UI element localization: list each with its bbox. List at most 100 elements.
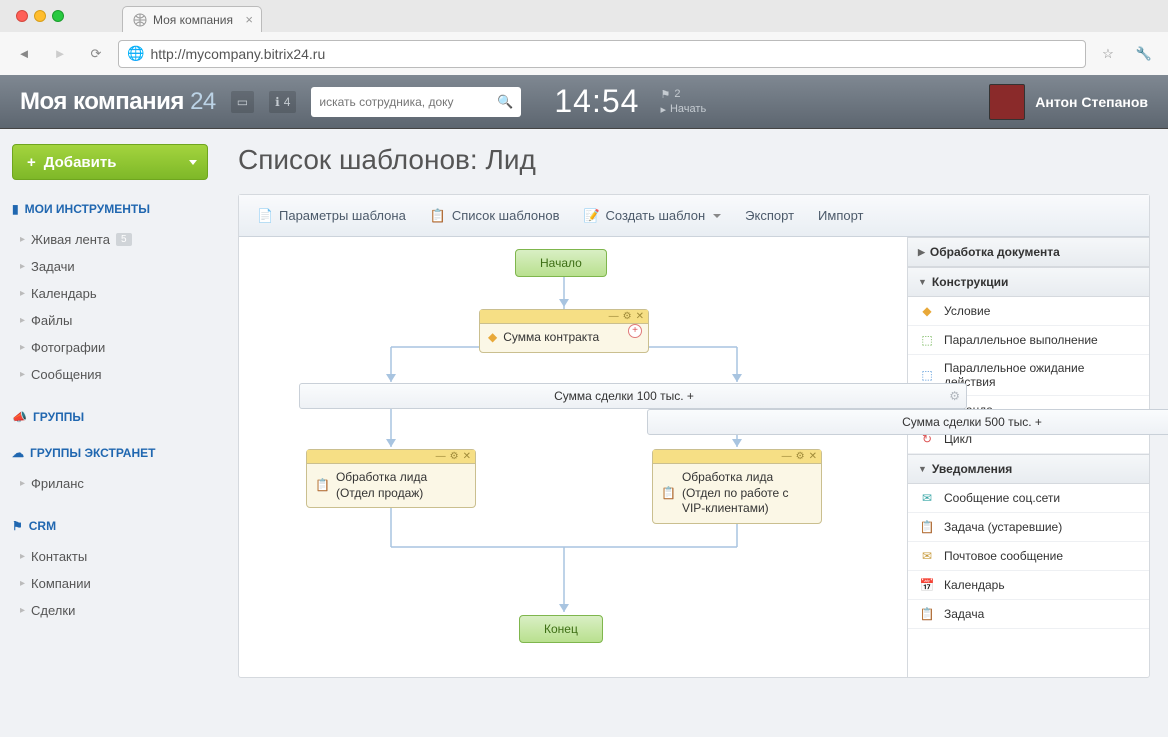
close-window-icon[interactable]	[16, 10, 28, 22]
toolbar-item[interactable]: Импорт	[818, 208, 863, 223]
toolbar-item[interactable]: 📋Список шаблонов	[430, 208, 560, 224]
gear-icon[interactable]: ⚙	[623, 311, 632, 322]
toolbar-item[interactable]: 📄Параметры шаблона	[257, 208, 406, 224]
sidebar-section-title[interactable]: ▮МОИ ИНСТРУМЕНТЫ	[12, 202, 208, 216]
palette-item-icon: 📅	[918, 577, 936, 593]
add-label: Добавить	[44, 154, 117, 171]
chevron-right-icon: ▸	[20, 261, 25, 272]
maximize-window-icon[interactable]	[52, 10, 64, 22]
chevron-right-icon: ▸	[20, 551, 25, 562]
flow-canvas[interactable]: Начало —⚙✕ ◆Сумма контракта + Сумма сдел…	[239, 237, 907, 677]
palette-item[interactable]: ◆Условие	[908, 297, 1149, 326]
sidebar-section-title[interactable]: 📣ГРУППЫ	[12, 410, 208, 424]
sidebar-section-title[interactable]: ⚑CRM	[12, 519, 208, 533]
forward-button[interactable]: ►	[46, 40, 74, 68]
flow-end-node[interactable]: Конец	[519, 615, 603, 643]
sidebar-item[interactable]: ▸Компании	[12, 570, 208, 597]
close-icon[interactable]: ✕	[636, 311, 644, 322]
globe-icon: 🌐	[127, 45, 144, 62]
chevron-right-icon: ▸	[20, 315, 25, 326]
app-header: Моя компания 24 ▭ ℹ 4 🔍 14:54 ⚑2 ▸Начать…	[0, 75, 1168, 129]
content-panel: 📄Параметры шаблона 📋Список шаблонов 📝Созда…	[238, 194, 1150, 678]
palette-item-icon: ✉	[918, 548, 936, 564]
minimize-icon[interactable]: —	[609, 311, 619, 322]
logo[interactable]: Моя компания 24	[20, 88, 216, 116]
search-icon[interactable]: 🔍	[497, 94, 513, 110]
flow-process-left[interactable]: —⚙✕ 📋Обработка лида (Отдел продаж)	[306, 449, 476, 508]
bookmark-icon[interactable]: ☆	[1094, 40, 1122, 68]
search-box[interactable]: 🔍	[311, 87, 521, 117]
user-name: Антон Степанов	[1035, 94, 1148, 110]
back-button[interactable]: ◄	[10, 40, 38, 68]
sidebar-item[interactable]: ▸Сделки	[12, 597, 208, 624]
palette-item-icon: 📋	[918, 606, 936, 622]
palette: ▶Обработка документа▼Конструкции◆Условие…	[907, 237, 1149, 677]
search-input[interactable]	[319, 95, 497, 109]
settings-icon[interactable]: 🔧	[1130, 40, 1158, 68]
sidebar-item[interactable]: ▸Календарь	[12, 280, 208, 307]
minimize-icon[interactable]: —	[436, 451, 446, 462]
info-icon: ℹ	[275, 95, 280, 109]
chevron-down-icon: ▼	[918, 464, 927, 474]
clock-start-line[interactable]: ▸Начать	[660, 103, 706, 116]
sidebar-item[interactable]: ▸Контакты	[12, 543, 208, 570]
flow-process-right[interactable]: —⚙✕ 📋Обработка лида (Отдел по работе с V…	[652, 449, 822, 524]
window-controls[interactable]	[8, 2, 72, 30]
sidebar-item[interactable]: ▸Фотографии	[12, 334, 208, 361]
add-branch-icon[interactable]: +	[628, 324, 642, 338]
palette-item[interactable]: 📋Задача (устаревшие)	[908, 513, 1149, 542]
palette-item-icon: ◆	[918, 303, 936, 319]
play-icon: ▸	[660, 103, 666, 116]
sidebar-item[interactable]: ▸Сообщения	[12, 361, 208, 388]
browser-chrome: Моя компания × ◄ ► ⟳ 🌐 http://mycompany.…	[0, 0, 1168, 75]
params-icon: 📄	[257, 208, 273, 224]
sidebar-section-title[interactable]: ☁ГРУППЫ ЭКСТРАНЕТ	[12, 446, 208, 460]
messages-icon[interactable]: ▭	[231, 91, 254, 113]
chevron-down-icon	[713, 214, 721, 218]
sidebar-item[interactable]: ▸Задачи	[12, 253, 208, 280]
gear-icon[interactable]: ⚙	[796, 451, 805, 462]
minimize-icon[interactable]: —	[782, 451, 792, 462]
sidebar-item[interactable]: ▸Фриланс	[12, 470, 208, 497]
palette-group-title[interactable]: ▼Уведомления	[908, 454, 1149, 484]
close-icon[interactable]: ✕	[463, 451, 471, 462]
gear-icon[interactable]: ⚙	[450, 451, 459, 462]
gear-icon[interactable]: ⚙	[949, 389, 960, 403]
flow-branch-left[interactable]: Сумма сделки 100 тыс. +⚙	[299, 383, 967, 409]
palette-item[interactable]: 📋Задача	[908, 600, 1149, 629]
user-block[interactable]: Антон Степанов	[989, 84, 1148, 120]
close-tab-icon[interactable]: ×	[245, 12, 253, 27]
flow-branch-right[interactable]: Сумма сделки 500 тыс. +⚙	[647, 409, 1168, 435]
address-bar[interactable]: 🌐 http://mycompany.bitrix24.ru	[118, 40, 1086, 68]
clipboard-icon: 📋	[315, 478, 330, 494]
chevron-down-icon: ▼	[918, 277, 927, 287]
url-text: http://mycompany.bitrix24.ru	[150, 46, 325, 62]
flag-icon: ⚑	[12, 519, 23, 533]
avatar[interactable]	[989, 84, 1025, 120]
add-button[interactable]: + Добавить	[12, 144, 208, 180]
plus-icon: +	[27, 154, 36, 171]
flow-start-node[interactable]: Начало	[515, 249, 607, 277]
toolbar-item[interactable]: 📝Создать шаблон	[583, 208, 721, 224]
toolbar: 📄Параметры шаблона 📋Список шаблонов 📝Созда…	[239, 195, 1149, 237]
info-counter[interactable]: ℹ 4	[269, 91, 296, 113]
main: Список шаблонов: Лид 📄Параметры шаблона📋…	[220, 129, 1168, 737]
palette-item[interactable]: ✉Почтовое сообщение	[908, 542, 1149, 571]
minimize-window-icon[interactable]	[34, 10, 46, 22]
toolbar-item[interactable]: Экспорт	[745, 208, 794, 223]
sidebar-item[interactable]: ▸Живая лента5	[12, 226, 208, 253]
flow-condition-node[interactable]: —⚙✕ ◆Сумма контракта +	[479, 309, 649, 353]
chevron-right-icon: ▸	[20, 288, 25, 299]
palette-item[interactable]: ✉Сообщение соц.сети	[908, 484, 1149, 513]
chevron-right-icon: ▸	[20, 605, 25, 616]
close-icon[interactable]: ✕	[809, 451, 817, 462]
reload-button[interactable]: ⟳	[82, 40, 110, 68]
palette-group-title[interactable]: ▶Обработка документа	[908, 237, 1149, 267]
clock: 14:54	[554, 83, 639, 120]
browser-tab[interactable]: Моя компания ×	[122, 6, 262, 32]
palette-group-title[interactable]: ▼Конструкции	[908, 267, 1149, 297]
palette-item[interactable]: 📅Календарь	[908, 571, 1149, 600]
palette-item[interactable]: ⬚Параллельное выполнение	[908, 326, 1149, 355]
sidebar-item[interactable]: ▸Файлы	[12, 307, 208, 334]
arrow-icon	[732, 374, 742, 382]
